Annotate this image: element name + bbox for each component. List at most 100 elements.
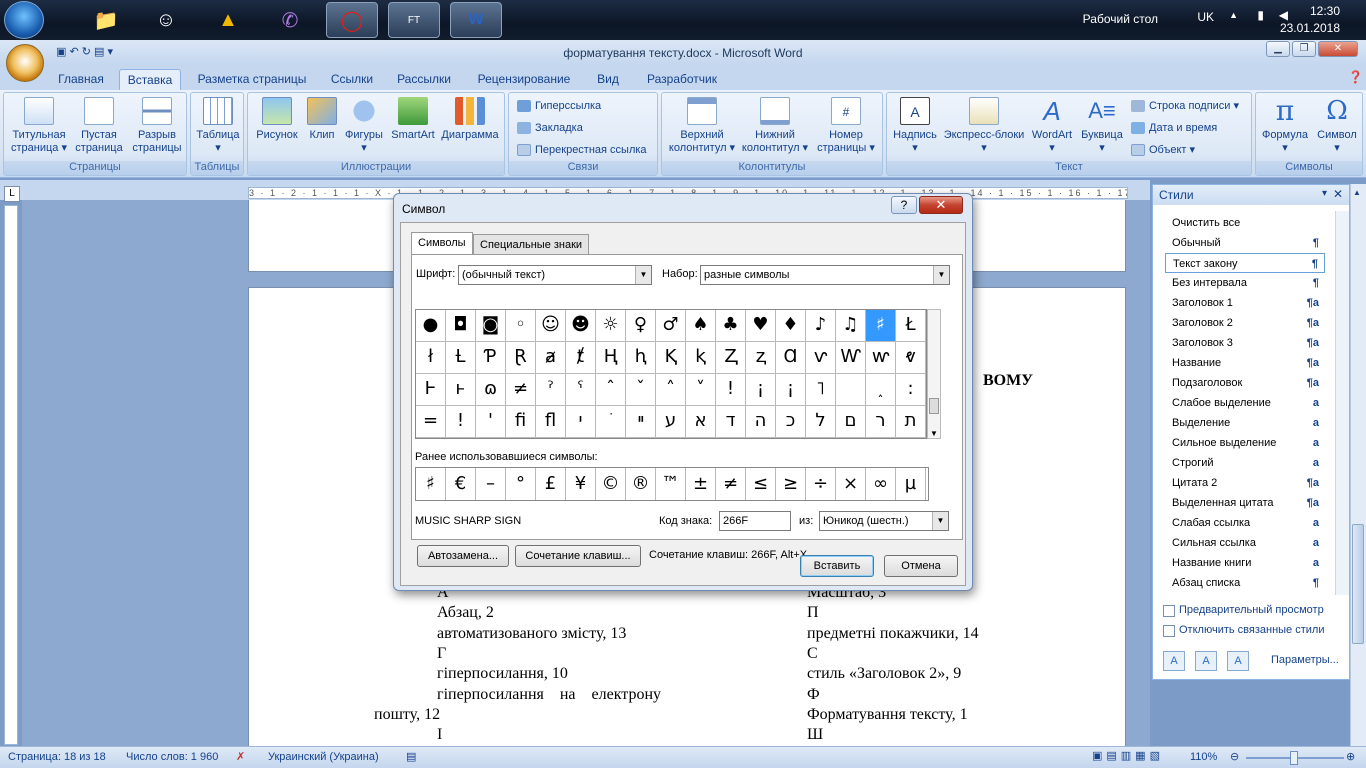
symbol-cell[interactable]: Ƥ (476, 342, 506, 374)
style-item[interactable]: Выделение a (1165, 413, 1325, 433)
tab-review[interactable]: Рецензирование (466, 69, 582, 90)
symbol-cell[interactable]: ◦ (506, 310, 536, 342)
zoom-slider-thumb[interactable] (1290, 751, 1298, 765)
scroll-thumb[interactable] (1352, 524, 1364, 644)
symbol-cell[interactable]: ˥ (806, 374, 836, 406)
symbol-cell[interactable]: ♣ (716, 310, 746, 342)
vertical-ruler[interactable] (4, 205, 18, 745)
symbol-cell[interactable]: ֹ (596, 406, 626, 438)
disable-linked-checkbox[interactable] (1163, 625, 1175, 637)
network-icon[interactable]: ▮ (1257, 8, 1264, 22)
style-inspector-icon[interactable]: A (1195, 651, 1217, 671)
dialog-close-button[interactable]: ✕ (919, 196, 963, 214)
dialog-help-button[interactable]: ? (891, 196, 917, 214)
recent-symbols[interactable]: ♯ € – ° £ ¥ © ® ™ ± ≠ ≤ ≥ ÷ × ∞ µ (415, 467, 929, 501)
page-break-button[interactable]: Разрыв страницы (128, 97, 186, 155)
style-item[interactable]: Очистить все (1165, 213, 1325, 233)
recent-symbol-cell[interactable]: ∞ (866, 468, 896, 500)
clock-date[interactable]: 23.01.2018 (1280, 21, 1340, 35)
volume-icon[interactable]: ◀ (1279, 8, 1288, 22)
symbol-cell[interactable]: כ (776, 406, 806, 438)
symbol-cell[interactable]: ⱦ (566, 342, 596, 374)
symbol-cell[interactable]: ם (836, 406, 866, 438)
chart-button[interactable]: Диаграмма (438, 97, 502, 142)
symbol-cell[interactable]: ● (416, 310, 446, 342)
symbol-cell[interactable]: י (566, 406, 596, 438)
style-item[interactable]: Слабая ссылка a (1165, 513, 1325, 533)
cover-page-button[interactable]: Титульная страница ▾ (8, 97, 70, 155)
recent-symbol-cell[interactable]: ≤ (746, 468, 776, 500)
style-item[interactable]: Без интервала ¶ (1165, 273, 1325, 293)
proofing-icon[interactable]: ✗ (236, 750, 245, 763)
symbol-cell[interactable]: ɷ (476, 374, 506, 406)
object-button[interactable]: Объект ▾ (1131, 141, 1195, 159)
zoom-out-icon[interactable]: ⊖ (1230, 750, 1239, 763)
symbol-cell[interactable]: ת (896, 406, 926, 438)
symbol-cell[interactable]: ⱳ (866, 342, 896, 374)
symbol-cell[interactable]: ◙ (476, 310, 506, 342)
symbol-cell[interactable]: ˅ (686, 374, 716, 406)
tray-chevron-icon[interactable]: ▲ (1229, 10, 1238, 20)
recent-symbol-cell[interactable]: ÷ (806, 468, 836, 500)
style-item[interactable]: Обычный ¶ (1165, 233, 1325, 253)
opera-icon[interactable]: ◯ (326, 2, 378, 38)
tab-view[interactable]: Вид (590, 69, 626, 90)
page-indicator[interactable]: Страница: 18 из 18 (8, 751, 106, 763)
symbol-cell[interactable]: ˇ (626, 374, 656, 406)
recent-symbol-cell[interactable]: ≥ (776, 468, 806, 500)
clipart-button[interactable]: Клип (304, 97, 340, 142)
recent-symbol-cell[interactable]: £ (536, 468, 566, 500)
zoom-in-icon[interactable]: ⊕ (1346, 750, 1355, 763)
code-input[interactable]: 266F (719, 511, 791, 531)
style-item[interactable]: Слабое выделение a (1165, 393, 1325, 413)
footer-button[interactable]: Нижний колонтитул ▾ (738, 97, 812, 155)
desktop-label[interactable]: Рабочий стол (1083, 12, 1158, 26)
tab-home[interactable]: Главная (48, 69, 114, 90)
quick-parts-button[interactable]: Экспресс-блоки ▾ (941, 97, 1027, 155)
pane-close-icon[interactable]: ✕ (1333, 187, 1343, 201)
word-count[interactable]: Число слов: 1 960 (126, 751, 218, 763)
help-icon[interactable]: ❓ (1348, 70, 1363, 84)
symbol-cell[interactable]: ד (716, 406, 746, 438)
symbol-cell[interactable]: ! (446, 406, 476, 438)
symbol-cell[interactable]: ˄ (656, 374, 686, 406)
scroll-up-icon[interactable]: ▲ (1353, 188, 1361, 197)
symbol-cell[interactable]: ⱴ (896, 342, 926, 374)
equation-button[interactable]: π Формула ▾ (1258, 97, 1312, 155)
recent-symbol-cell[interactable]: ≠ (716, 468, 746, 500)
symbol-cell[interactable]: ⱶ (446, 374, 476, 406)
from-combo[interactable]: Юникод (шестн.) ▼ (819, 511, 949, 531)
tab-mailings[interactable]: Рассылки (390, 69, 458, 90)
style-item[interactable]: Выделенная цитата ¶a (1165, 493, 1325, 513)
symbol-cell[interactable]: Ƚ (446, 342, 476, 374)
symbol-cell[interactable]: א (686, 406, 716, 438)
symbol-cell[interactable]: Ⱬ (716, 342, 746, 374)
symbol-cell[interactable]: ⱨ (626, 342, 656, 374)
manage-styles-icon[interactable]: A (1227, 651, 1249, 671)
recent-symbol-cell[interactable]: © (596, 468, 626, 500)
symbol-cell[interactable]: ☼ (596, 310, 626, 342)
symbol-cell[interactable]: Ɑ (776, 342, 806, 374)
insert-button[interactable]: Вставить (800, 555, 874, 577)
style-item[interactable]: Заголовок 3 ¶a (1165, 333, 1325, 353)
header-button[interactable]: Верхний колонтитул ▾ (666, 97, 738, 155)
textbox-button[interactable]: A Надпись ▾ (889, 97, 941, 155)
symbol-cell[interactable]: ♦ (776, 310, 806, 342)
symbol-cell[interactable]: ה (746, 406, 776, 438)
symbol-cell[interactable]: ♯ (866, 310, 896, 342)
symbol-cell[interactable]: Ⱨ (596, 342, 626, 374)
close-window-button[interactable]: ✕ (1318, 41, 1358, 57)
symbol-cell[interactable]: ⱪ (686, 342, 716, 374)
symbol-cell[interactable]: = (416, 406, 446, 438)
style-item[interactable]: Абзац списка ¶ (1165, 573, 1325, 593)
triangle-app-icon[interactable]: ▲ (202, 2, 254, 38)
smiley-app-icon[interactable]: ☺ (140, 2, 192, 38)
macro-record-icon[interactable]: ▤ (406, 750, 416, 763)
from-dropdown-icon[interactable]: ▼ (932, 512, 948, 530)
symbol-cell[interactable]: Ⱳ (836, 342, 866, 374)
symbol-cell[interactable]: Ⱶ (416, 374, 446, 406)
view-buttons[interactable]: ▣▤▥▦▧ (1092, 749, 1164, 762)
symbol-cell[interactable]: Ł (896, 310, 926, 342)
symbol-cell[interactable]: ˆ (596, 374, 626, 406)
symbol-cell[interactable]: ˁ (566, 374, 596, 406)
